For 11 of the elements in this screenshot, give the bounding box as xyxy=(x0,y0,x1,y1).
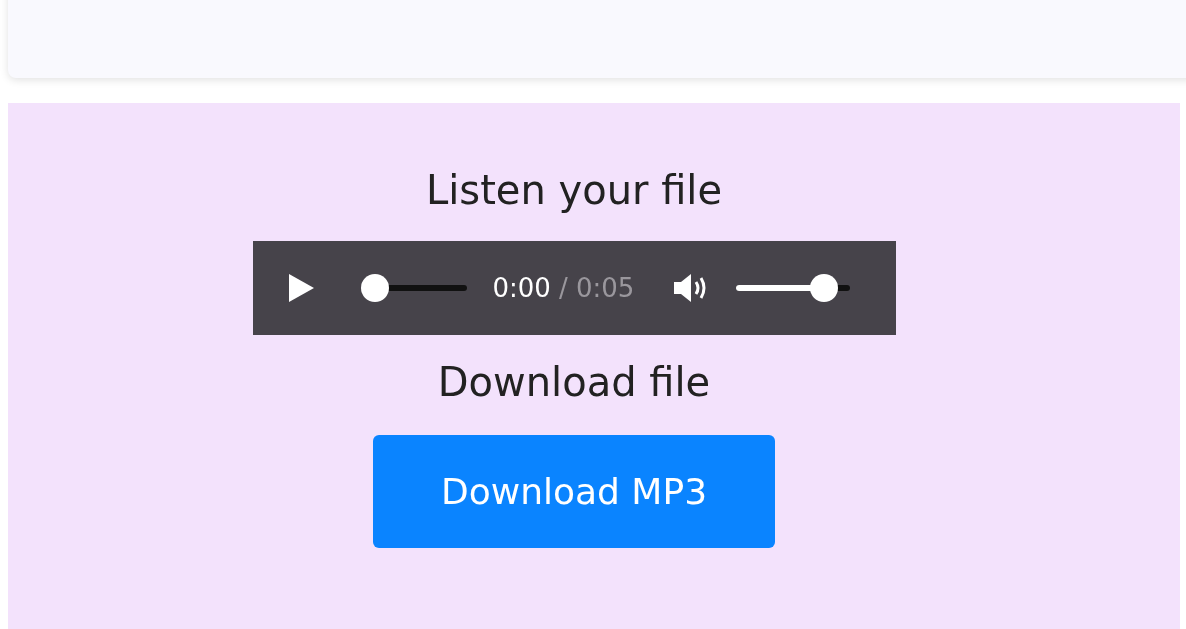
download-heading: Download file xyxy=(437,358,711,407)
progress-slider[interactable] xyxy=(360,274,467,302)
play-icon[interactable] xyxy=(286,273,315,303)
volume-thumb[interactable] xyxy=(810,274,839,302)
elapsed-time: 0:00 xyxy=(492,271,551,305)
volume-slider[interactable] xyxy=(736,274,851,302)
audio-player[interactable]: 0:00 / 0:05 xyxy=(252,241,896,335)
listen-heading: Listen your file xyxy=(425,166,723,215)
duration-time: / 0:05 xyxy=(558,271,635,305)
progress-thumb[interactable] xyxy=(360,274,389,302)
download-button[interactable]: Download MP3 xyxy=(373,435,775,548)
